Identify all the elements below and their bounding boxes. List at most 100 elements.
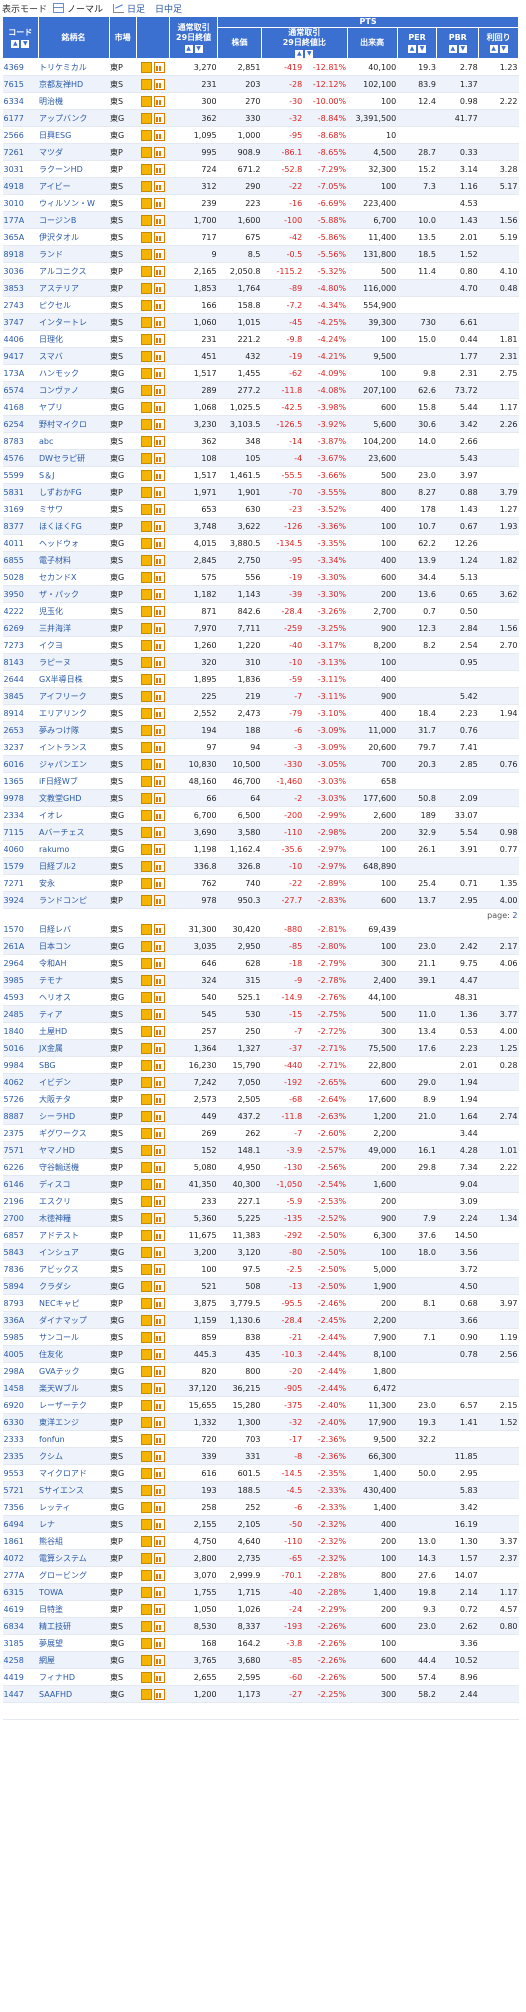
- board-icon[interactable]: [140, 1144, 152, 1156]
- stock-name[interactable]: ラクーンHD: [38, 160, 110, 178]
- stock-name[interactable]: レナ: [38, 1515, 110, 1533]
- stock-code[interactable]: 3036: [2, 262, 38, 280]
- chart-icon[interactable]: [153, 1178, 165, 1190]
- stock-code[interactable]: 2196: [2, 1192, 38, 1210]
- board-icon[interactable]: [140, 792, 152, 804]
- stock-name[interactable]: ランド: [38, 245, 110, 263]
- stock-code[interactable]: 3169: [2, 500, 38, 518]
- board-icon[interactable]: [140, 61, 152, 73]
- table-row[interactable]: 4576 DWセラピ研 東G 108 105 -4 -3.67% 23,600 5.43: [2, 449, 519, 467]
- table-row[interactable]: 2196 エスクリ 東S 233 227.1 -5.9 -2.53% 200 3.09: [2, 1192, 519, 1210]
- board-icon[interactable]: [140, 775, 152, 787]
- stock-code[interactable]: 3950: [2, 585, 38, 603]
- stock-code[interactable]: 3985: [2, 971, 38, 989]
- chart-icon[interactable]: [153, 571, 165, 583]
- chart-icon[interactable]: [153, 843, 165, 855]
- board-icon[interactable]: [140, 809, 152, 821]
- chart-icon[interactable]: [153, 1127, 165, 1139]
- chart-icon[interactable]: [153, 1246, 165, 1258]
- table-row[interactable]: 3845 アイフリーク 東S 225 219 -7 -3.11% 900 5.42: [2, 687, 519, 705]
- chart-icon[interactable]: [153, 1212, 165, 1224]
- board-icon[interactable]: [140, 1433, 152, 1445]
- stock-name[interactable]: ヘッドウォ: [38, 534, 110, 552]
- board-icon[interactable]: [140, 639, 152, 651]
- stock-name[interactable]: ヤマノHD: [38, 1141, 110, 1159]
- chart-icon[interactable]: [153, 1076, 165, 1088]
- stock-name[interactable]: abc: [38, 432, 110, 450]
- stock-name[interactable]: ミサワ: [38, 500, 110, 518]
- chart-icon[interactable]: [153, 418, 165, 430]
- board-icon[interactable]: [140, 1416, 152, 1428]
- sort-down-icon[interactable]: ▼: [458, 45, 467, 53]
- sort-up-icon[interactable]: ▲: [489, 45, 498, 53]
- stock-code[interactable]: 6254: [2, 415, 38, 433]
- table-row[interactable]: 7271 安永 東P 762 740 -22 -2.89% 100 25.4 0.71 1.35: [2, 874, 519, 892]
- stock-code[interactable]: 1365: [2, 772, 38, 790]
- chart-icon[interactable]: [153, 1518, 165, 1530]
- board-icon[interactable]: [140, 1654, 152, 1666]
- stock-code[interactable]: 2743: [2, 296, 38, 314]
- stock-name[interactable]: 大阪チタ: [38, 1090, 110, 1108]
- table-row[interactable]: 2653 夢みつけ隊 東S 194 188 -6 -3.09% 11,000 31.7 0.76: [2, 721, 519, 739]
- chart-icon[interactable]: [153, 1654, 165, 1666]
- board-icon[interactable]: [140, 129, 152, 141]
- stock-name[interactable]: 木徳神糧: [38, 1209, 110, 1227]
- stock-name[interactable]: ヤプリ: [38, 398, 110, 416]
- board-icon[interactable]: [140, 299, 152, 311]
- stock-name[interactable]: GVAテック: [38, 1362, 110, 1380]
- chart-icon[interactable]: [153, 1314, 165, 1326]
- stock-code[interactable]: 8914: [2, 704, 38, 722]
- stock-code[interactable]: 7271: [2, 874, 38, 892]
- stock-name[interactable]: DWセラピ研: [38, 449, 110, 467]
- table-row[interactable]: 8914 エリアリンク 東S 2,552 2,473 -79 -3.10% 400 18.4 2.…: [2, 704, 519, 722]
- stock-code[interactable]: 261A: [2, 937, 38, 955]
- chart-icon[interactable]: [153, 1637, 165, 1649]
- chart-icon[interactable]: [153, 1110, 165, 1122]
- sort-down-icon[interactable]: ▼: [21, 39, 30, 48]
- chart-icon[interactable]: [153, 180, 165, 192]
- board-icon[interactable]: [140, 350, 152, 362]
- stock-code[interactable]: 8887: [2, 1107, 38, 1125]
- board-icon[interactable]: [140, 180, 152, 192]
- table-row[interactable]: 2964 令和AH 東S 646 628 -18 -2.79% 300 21.1 9.75 4.06: [2, 954, 519, 972]
- chart-icon[interactable]: [153, 78, 165, 90]
- table-row[interactable]: 5599 S＆J 東G 1,517 1,461.5 -55.5 -3.66% 500 23.0 3…: [2, 466, 519, 484]
- stock-name[interactable]: アルコニクス: [38, 262, 110, 280]
- chart-icon[interactable]: [153, 1399, 165, 1411]
- board-icon[interactable]: [140, 1127, 152, 1139]
- table-row[interactable]: 6254 野村マイクロ 東P 3,230 3,103.5 -126.5 -3.92% 5,60…: [2, 415, 519, 433]
- stock-name[interactable]: ほくほくFG: [38, 517, 110, 535]
- chart-icon[interactable]: [153, 333, 165, 345]
- stock-name[interactable]: スマバ: [38, 347, 110, 365]
- stock-name[interactable]: クシム: [38, 1447, 110, 1465]
- chart-icon[interactable]: [153, 894, 165, 906]
- table-row[interactable]: 4222 児玉化 東S 871 842.6 -28.4 -3.26% 2,700 0.7 0.50: [2, 602, 519, 620]
- tab-normal[interactable]: ノーマル: [53, 2, 103, 15]
- stock-code[interactable]: 2653: [2, 721, 38, 739]
- board-icon[interactable]: [140, 690, 152, 702]
- chart-icon[interactable]: [153, 1042, 165, 1054]
- table-row[interactable]: 2644 GX半導日株 東S 1,895 1,836 -59 -3.11% 400: [2, 670, 519, 688]
- table-row[interactable]: 4062 イビデン 東P 7,242 7,050 -192 -2.65% 600 29.0 1.9…: [2, 1073, 519, 1091]
- chart-icon[interactable]: [153, 1433, 165, 1445]
- chart-icon[interactable]: [153, 957, 165, 969]
- sort-down-icon[interactable]: ▼: [499, 45, 508, 53]
- table-row[interactable]: 1579 日経ブル2 東S 336.8 326.8 -10 -2.97% 648,890: [2, 857, 519, 875]
- stock-code[interactable]: 5894: [2, 1277, 38, 1295]
- board-icon[interactable]: [140, 1229, 152, 1241]
- chart-icon[interactable]: [153, 1280, 165, 1292]
- table-row[interactable]: 2700 木徳神糧 東S 5,360 5,225 -135 -2.52% 900 7.9 2.24…: [2, 1209, 519, 1227]
- stock-code[interactable]: 4369: [2, 58, 38, 76]
- chart-icon[interactable]: [153, 877, 165, 889]
- stock-code[interactable]: 8143: [2, 653, 38, 671]
- stock-code[interactable]: 277A: [2, 1566, 38, 1584]
- chart-icon[interactable]: [153, 1025, 165, 1037]
- table-row[interactable]: 4168 ヤプリ 東G 1,068 1,025.5 -42.5 -3.98% 600 15.8 5…: [2, 398, 519, 416]
- chart-icon[interactable]: [153, 1365, 165, 1377]
- stock-code[interactable]: 3845: [2, 687, 38, 705]
- stock-code[interactable]: 3924: [2, 891, 38, 909]
- board-icon[interactable]: [140, 265, 152, 277]
- board-icon[interactable]: [140, 1297, 152, 1309]
- sort-down-icon[interactable]: ▼: [418, 45, 427, 53]
- stock-name[interactable]: TOWA: [38, 1583, 110, 1601]
